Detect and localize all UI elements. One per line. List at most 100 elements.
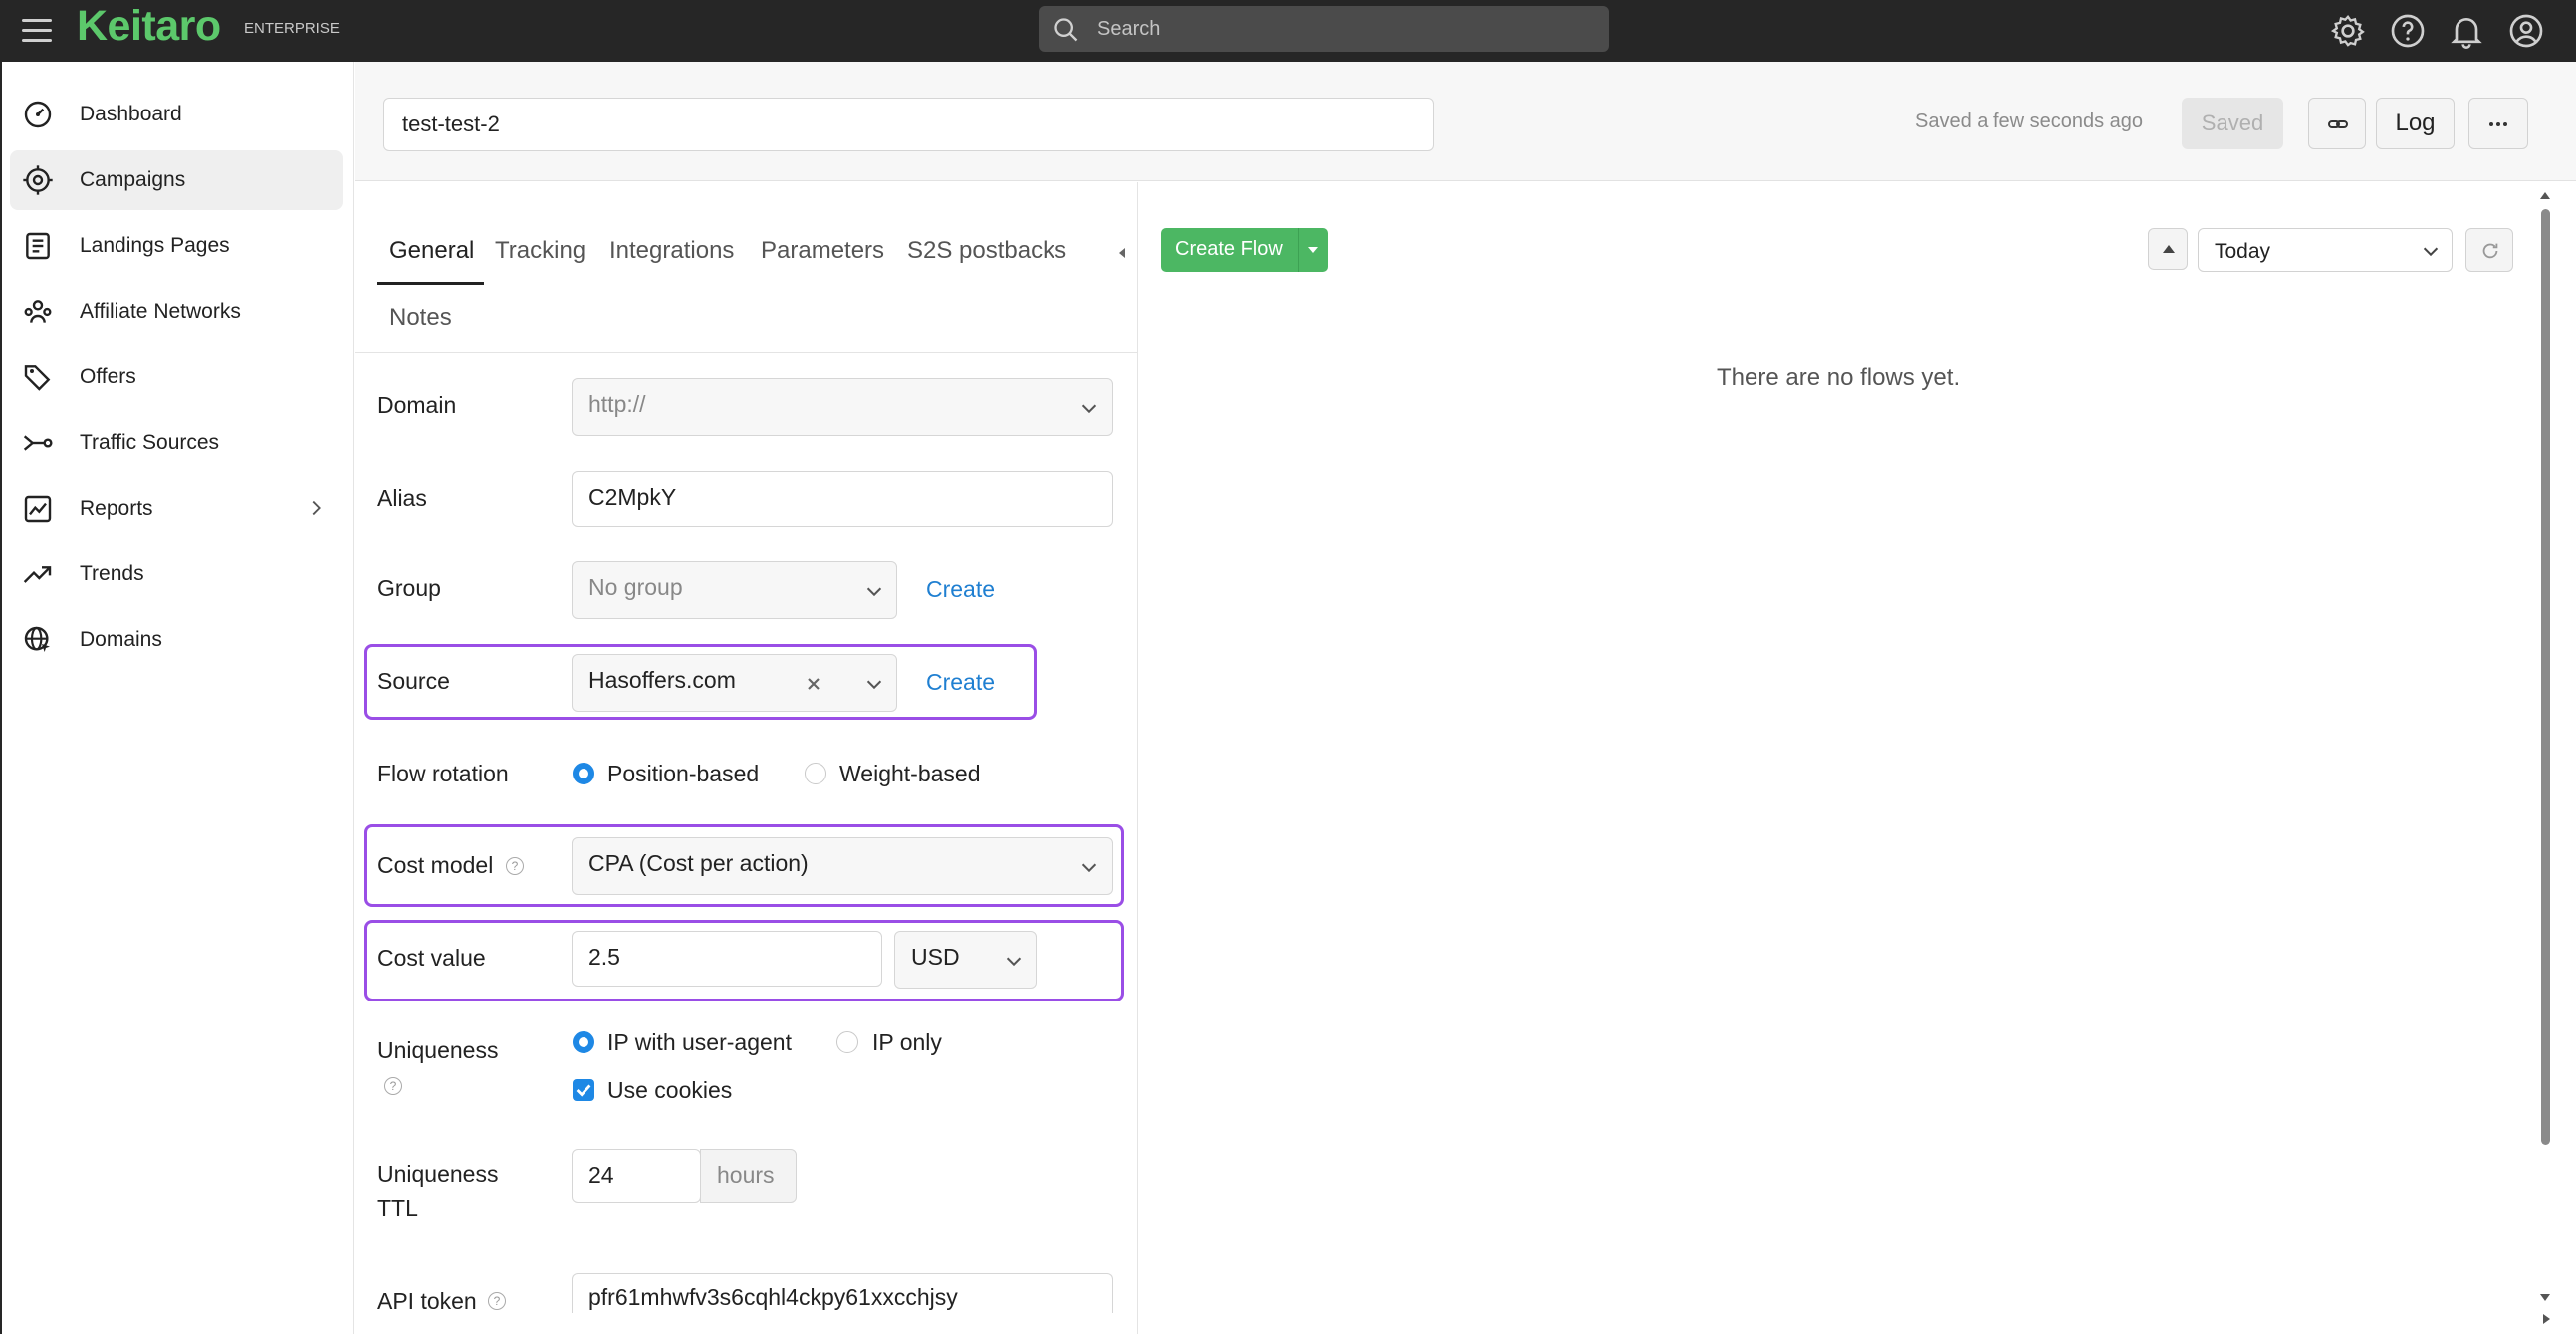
help-icon[interactable] (2388, 11, 2428, 51)
page-icon (26, 232, 50, 260)
empty-flows-message: There are no flows yet. (1717, 364, 1961, 391)
api-token-input[interactable]: pfr61mhwfv3s6cqhl4ckpy61xxcchjsy (572, 1273, 1113, 1313)
tab-tracking[interactable]: Tracking (495, 237, 585, 265)
log-button[interactable]: Log (2376, 98, 2455, 149)
create-flow-label: Create Flow (1175, 238, 1283, 260)
tab-notes[interactable]: Notes (389, 304, 452, 332)
tab-s2s-postbacks[interactable]: S2S postbacks (907, 237, 1066, 265)
more-icon (2489, 122, 2507, 126)
uniqueness-ttl-value: 24 (588, 1162, 614, 1188)
search-icon (1054, 18, 1078, 42)
menu-icon[interactable] (20, 14, 54, 48)
bell-icon[interactable] (2447, 11, 2486, 51)
scroll-up-arrow-icon[interactable] (2538, 189, 2552, 201)
sidebar-item-traffic-sources[interactable]: Traffic Sources (10, 413, 343, 473)
help-icon[interactable]: ? (506, 857, 524, 875)
radio-ip-only[interactable] (836, 1031, 858, 1053)
tab-parameters[interactable]: Parameters (761, 237, 884, 265)
position-based-label[interactable]: Position-based (607, 761, 759, 787)
help-icon[interactable]: ? (384, 1077, 402, 1095)
uniqueness-label: Uniqueness (377, 1037, 499, 1063)
sidebar-item-label: Campaigns (80, 168, 186, 191)
scroll-right-arrow-icon[interactable] (2541, 1312, 2553, 1326)
radio-ip-with-user-agent[interactable] (573, 1031, 594, 1053)
network-icon (24, 300, 52, 323)
create-source-link[interactable]: Create (926, 669, 995, 696)
cost-model-select[interactable]: CPA (Cost per action) (572, 837, 1113, 895)
chevron-down-icon (1006, 957, 1022, 967)
tabs-divider (355, 352, 1138, 353)
hours-unit: hours (717, 1162, 775, 1188)
saved-button[interactable]: Saved (2182, 98, 2283, 149)
app-logo[interactable]: Keitaro (77, 2, 221, 51)
sidebar-item-affiliate-networks[interactable]: Affiliate Networks (10, 282, 343, 341)
account-icon[interactable] (2506, 11, 2546, 51)
clear-icon[interactable] (804, 674, 823, 694)
group-select[interactable]: No group (572, 561, 897, 619)
domain-select[interactable]: http:// (572, 378, 1113, 436)
sidebar-item-offers[interactable]: Offers (10, 347, 343, 407)
cost-model-label: Cost model (377, 852, 494, 878)
link-icon (2328, 120, 2348, 128)
api-token-label: API token (377, 1288, 477, 1314)
chevron-right-icon (312, 500, 321, 516)
help-icon[interactable]: ? (488, 1292, 506, 1310)
sidebar-item-label: Landings Pages (80, 234, 230, 257)
period-select[interactable]: Today (2198, 228, 2453, 272)
collapse-button[interactable] (2148, 228, 2188, 270)
use-cookies-checkbox[interactable] (573, 1079, 594, 1101)
refresh-button[interactable] (2465, 228, 2513, 272)
dashboard-icon (24, 101, 52, 128)
scrollbar-thumb[interactable] (2541, 209, 2550, 1145)
tabs-scroll-left-icon[interactable] (1115, 244, 1129, 262)
create-group-link[interactable]: Create (926, 576, 995, 603)
tab-general[interactable]: General (389, 237, 474, 265)
ip-with-user-agent-label[interactable]: IP with user-agent (607, 1029, 792, 1056)
api-token-value: pfr61mhwfv3s6cqhl4ckpy61xxcchjsy (588, 1284, 958, 1310)
alias-label: Alias (377, 485, 427, 511)
refresh-icon (2482, 243, 2498, 259)
sidebar-item-trends[interactable]: Trends (10, 545, 343, 604)
currency-select[interactable]: USD (894, 931, 1037, 989)
sidebar-item-campaigns[interactable]: Campaigns (10, 150, 343, 210)
chevron-down-icon (2423, 247, 2439, 257)
radio-weight-based[interactable] (805, 763, 826, 784)
uniqueness-ttl-input[interactable]: 24 (572, 1149, 701, 1203)
weight-based-label[interactable]: Weight-based (839, 761, 981, 787)
target-icon (23, 165, 53, 195)
hours-addon: hours (700, 1149, 797, 1203)
traffic-icon (23, 435, 53, 451)
cost-model-value: CPA (Cost per action) (588, 850, 809, 876)
domain-value: http:// (588, 391, 646, 417)
chevron-down-icon (1081, 404, 1097, 414)
radio-position-based[interactable] (573, 763, 594, 784)
edition-label: ENTERPRISE (244, 20, 340, 37)
sidebar-item-label: Domains (80, 628, 162, 651)
group-label: Group (377, 575, 441, 601)
domain-label: Domain (377, 392, 457, 418)
sidebar-item-domains[interactable]: Domains (10, 610, 343, 670)
campaign-name-input[interactable]: test-test-2 (383, 98, 1434, 151)
sidebar-item-reports[interactable]: Reports (10, 479, 343, 539)
more-options-button[interactable] (2468, 98, 2528, 149)
chevron-down-icon (866, 680, 882, 690)
create-flow-button[interactable]: Create Flow (1161, 228, 1328, 272)
ip-only-label[interactable]: IP only (872, 1029, 942, 1056)
settings-icon[interactable] (2328, 11, 2368, 51)
search-placeholder: Search (1097, 18, 1161, 40)
alias-input[interactable]: C2MpkY (572, 471, 1113, 527)
caret-down-icon[interactable] (1305, 243, 1321, 257)
search-input[interactable]: Search (1039, 6, 1609, 52)
sidebar-item-landing-pages[interactable]: Landings Pages (10, 216, 343, 276)
source-select[interactable]: Hasoffers.com (572, 654, 897, 712)
cost-value-input[interactable]: 2.5 (572, 931, 882, 987)
copy-link-button[interactable] (2308, 98, 2366, 149)
period-value: Today (2215, 240, 2271, 263)
scroll-down-arrow-icon[interactable] (2538, 1292, 2552, 1304)
uniqueness-ttl-label-line1: Uniqueness (377, 1161, 499, 1187)
sidebar-item-dashboard[interactable]: Dashboard (10, 85, 343, 144)
flow-rotation-label: Flow rotation (377, 761, 509, 786)
source-label: Source (377, 668, 450, 694)
tab-integrations[interactable]: Integrations (609, 237, 734, 265)
use-cookies-label[interactable]: Use cookies (607, 1077, 732, 1104)
